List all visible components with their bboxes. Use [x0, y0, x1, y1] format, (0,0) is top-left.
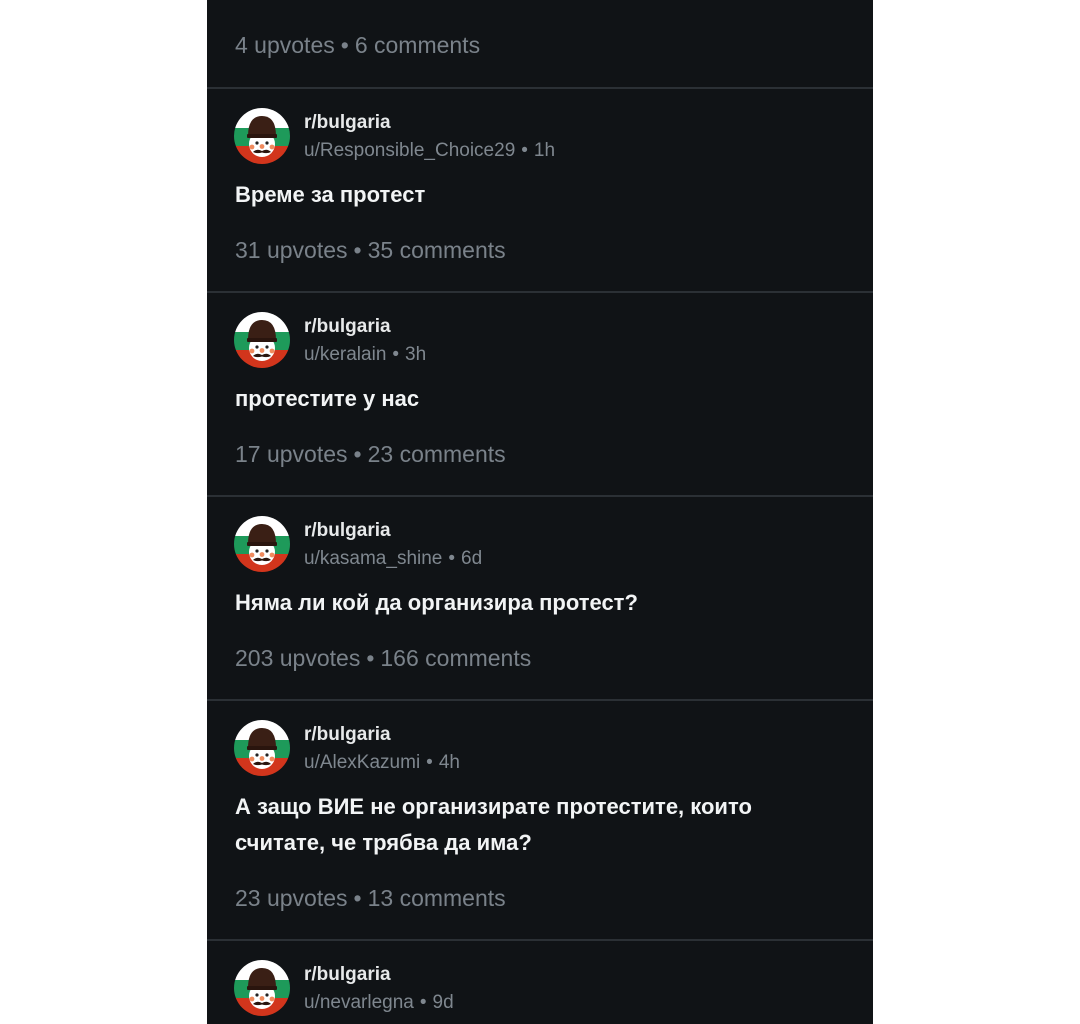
- post-title[interactable]: протестите у нас: [235, 381, 835, 417]
- subreddit-avatar-icon[interactable]: [234, 108, 290, 164]
- post-age: 3h: [405, 344, 427, 365]
- post-card[interactable]: r/bulgaria u/Responsible_Choice29 • 1h Вре…: [207, 87, 873, 292]
- post-author[interactable]: u/kasama_shine: [304, 548, 442, 569]
- separator-dot: •: [419, 992, 427, 1013]
- post-card[interactable]: r/bulgaria u/kasama_shine • 6d Няма ли кой…: [207, 495, 873, 700]
- subreddit-name[interactable]: r/bulgaria: [304, 112, 391, 134]
- subreddit-avatar-icon[interactable]: [234, 516, 290, 572]
- comment-count[interactable]: 6 comments: [355, 32, 480, 58]
- comment-count[interactable]: 13 comments: [368, 885, 506, 911]
- post-stats: 23 upvotes • 13 comments: [235, 884, 506, 912]
- post-meta: u/nevarlegna • 9d: [304, 992, 454, 1014]
- subreddit-avatar-icon[interactable]: [234, 720, 290, 776]
- post-meta: u/Responsible_Choice29 • 1h: [304, 140, 555, 162]
- comment-count[interactable]: 23 comments: [368, 441, 506, 467]
- subreddit-avatar-icon[interactable]: [234, 312, 290, 368]
- upvote-count: 4 upvotes: [235, 32, 335, 58]
- post-age: 4h: [438, 752, 460, 773]
- separator-dot: •: [426, 752, 433, 773]
- subreddit-name[interactable]: r/bulgaria: [304, 964, 391, 986]
- post-card[interactable]: r/bulgaria u/nevarlegna • 9d: [207, 939, 873, 1024]
- post-author[interactable]: u/Responsible_Choice29: [304, 140, 515, 161]
- post-card[interactable]: r/bulgaria u/keralain • 3h протестите у на…: [207, 291, 873, 496]
- separator-dot: •: [448, 548, 456, 569]
- separator-dot: •: [366, 645, 375, 671]
- post-card[interactable]: 4 upvotes • 6 comments: [207, 0, 873, 88]
- separator-dot: •: [392, 344, 400, 365]
- post-stats: 17 upvotes • 23 comments: [235, 440, 506, 468]
- post-feed: 4 upvotes • 6 comments r/bulgaria u/Respon…: [207, 0, 873, 1024]
- subreddit-name[interactable]: r/bulgaria: [304, 724, 391, 746]
- post-age: 6d: [461, 548, 483, 569]
- post-meta: u/AlexKazumi • 4h: [304, 752, 460, 774]
- comment-count[interactable]: 35 comments: [368, 237, 506, 263]
- upvote-count: 31 upvotes: [235, 237, 348, 263]
- post-title[interactable]: А защо ВИЕ не организирате протестите, к…: [235, 789, 795, 861]
- subreddit-name[interactable]: r/bulgaria: [304, 520, 391, 542]
- post-card[interactable]: r/bulgaria u/AlexKazumi • 4h А защо ВИЕ не…: [207, 699, 873, 941]
- subreddit-avatar-icon[interactable]: [234, 960, 290, 1016]
- separator-dot: •: [521, 140, 528, 161]
- post-meta: u/kasama_shine • 6d: [304, 548, 482, 570]
- post-author[interactable]: u/nevarlegna: [304, 992, 414, 1013]
- post-title[interactable]: Няма ли кой да организира протест?: [235, 585, 835, 621]
- post-meta: u/keralain • 3h: [304, 344, 426, 366]
- separator-dot: •: [340, 32, 349, 58]
- post-stats: 31 upvotes • 35 comments: [235, 236, 506, 264]
- post-author[interactable]: u/keralain: [304, 344, 386, 365]
- separator-dot: •: [353, 237, 362, 263]
- comment-count[interactable]: 166 comments: [380, 645, 531, 671]
- post-stats: 4 upvotes • 6 comments: [235, 31, 480, 59]
- post-title[interactable]: Време за протест: [235, 177, 835, 213]
- upvote-count: 23 upvotes: [235, 885, 348, 911]
- upvote-count: 203 upvotes: [235, 645, 361, 671]
- post-age: 1h: [533, 140, 556, 161]
- post-author[interactable]: u/AlexKazumi: [304, 752, 420, 773]
- post-age: 9d: [432, 992, 454, 1013]
- subreddit-name[interactable]: r/bulgaria: [304, 316, 391, 338]
- post-stats: 203 upvotes • 166 comments: [235, 644, 531, 672]
- separator-dot: •: [353, 441, 362, 467]
- separator-dot: •: [353, 885, 362, 911]
- upvote-count: 17 upvotes: [235, 441, 348, 467]
